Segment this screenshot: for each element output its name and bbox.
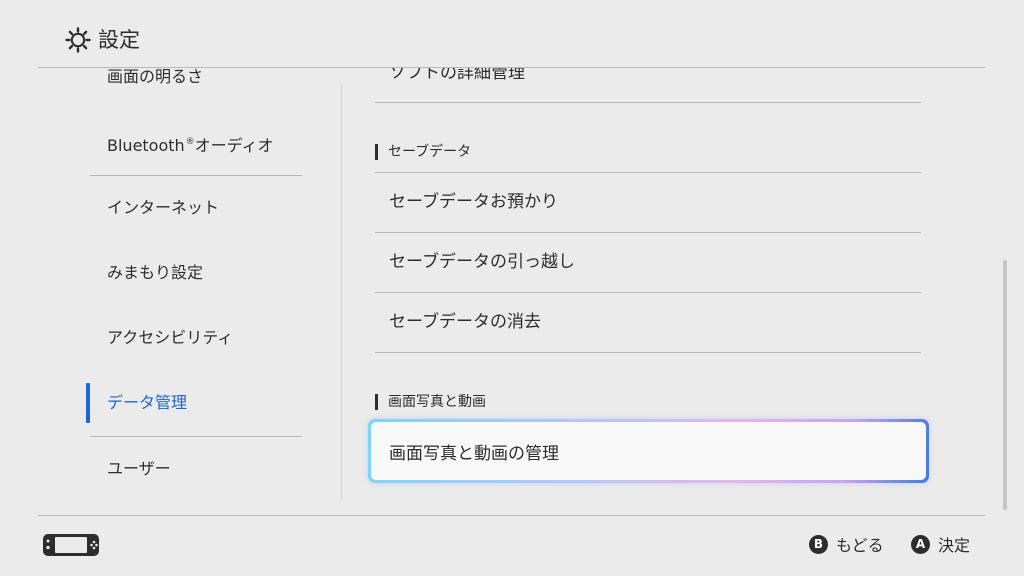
confirm-label: 決定 bbox=[938, 536, 971, 555]
row-label: 画面写真と動画の管理 bbox=[389, 444, 559, 464]
row-divider bbox=[375, 102, 921, 103]
gear-icon bbox=[65, 27, 91, 53]
b-button-icon: B bbox=[809, 534, 828, 554]
row-manage-screenshots-videos[interactable]: 画面写真と動画の管理 bbox=[368, 419, 929, 483]
sidebar: 画面の明るさ Bluetooth®オーディオ インターネット みまもり設定 アク… bbox=[0, 68, 340, 515]
back-label: もどる bbox=[836, 536, 884, 555]
sidebar-item-label: 画面の明るさ bbox=[107, 68, 204, 86]
page-title: 設定 bbox=[98, 28, 140, 52]
sidebar-item-bluetooth-audio[interactable]: Bluetooth®オーディオ bbox=[90, 110, 302, 174]
section-marker bbox=[375, 394, 378, 410]
header-bar: 設定 bbox=[0, 0, 1024, 68]
a-button-icon: A bbox=[911, 534, 930, 554]
active-indicator bbox=[86, 383, 90, 423]
sidebar-item-label: アクセシビリティ bbox=[107, 328, 234, 347]
row-label: ソフトの詳細管理 bbox=[389, 68, 525, 83]
sidebar-item-label: みまもり設定 bbox=[107, 263, 204, 282]
sidebar-item-accessibility[interactable]: アクセシビリティ bbox=[90, 306, 302, 370]
settings-content: ソフトの詳細管理 セーブデータ セーブデータお預かり セーブデータの引っ越し セ… bbox=[342, 68, 1002, 515]
back-hint[interactable]: B もどる bbox=[809, 532, 884, 556]
row-save-data-cloud[interactable]: セーブデータお預かり bbox=[375, 172, 921, 232]
sidebar-item-screen-brightness[interactable]: 画面の明るさ bbox=[90, 68, 302, 109]
section-marker bbox=[375, 144, 378, 160]
section-header-screenshots: 画面写真と動画 bbox=[375, 390, 921, 414]
section-title: セーブデータ bbox=[388, 144, 472, 160]
sidebar-item-label: データ管理 bbox=[107, 393, 188, 412]
scrollbar[interactable] bbox=[1003, 260, 1007, 510]
footer-divider bbox=[38, 515, 985, 516]
row-save-data-delete[interactable]: セーブデータの消去 bbox=[375, 292, 921, 352]
row-software-details[interactable]: ソフトの詳細管理 bbox=[375, 68, 921, 103]
section-title: 画面写真と動画 bbox=[388, 394, 486, 410]
sidebar-item-users[interactable]: ユーザー bbox=[90, 437, 302, 501]
row-save-data-transfer[interactable]: セーブデータの引っ越し bbox=[375, 232, 921, 292]
selected-row-surface: 画面写真と動画の管理 bbox=[371, 422, 926, 480]
row-label: セーブデータの消去 bbox=[389, 312, 541, 332]
console-icon bbox=[43, 534, 99, 556]
row-divider bbox=[375, 352, 921, 353]
confirm-hint[interactable]: A 決定 bbox=[911, 532, 970, 556]
sidebar-item-data-management[interactable]: データ管理 bbox=[86, 371, 302, 435]
sidebar-item-label: インターネット bbox=[107, 198, 220, 217]
section-header-save-data: セーブデータ bbox=[375, 140, 921, 164]
sidebar-item-internet[interactable]: インターネット bbox=[90, 176, 302, 240]
sidebar-item-parental-controls[interactable]: みまもり設定 bbox=[90, 241, 302, 305]
sidebar-item-label: Bluetooth®オーディオ bbox=[107, 136, 274, 155]
row-label: セーブデータお預かり bbox=[389, 192, 558, 212]
sidebar-item-label: ユーザー bbox=[107, 459, 171, 478]
row-label: セーブデータの引っ越し bbox=[389, 252, 575, 272]
